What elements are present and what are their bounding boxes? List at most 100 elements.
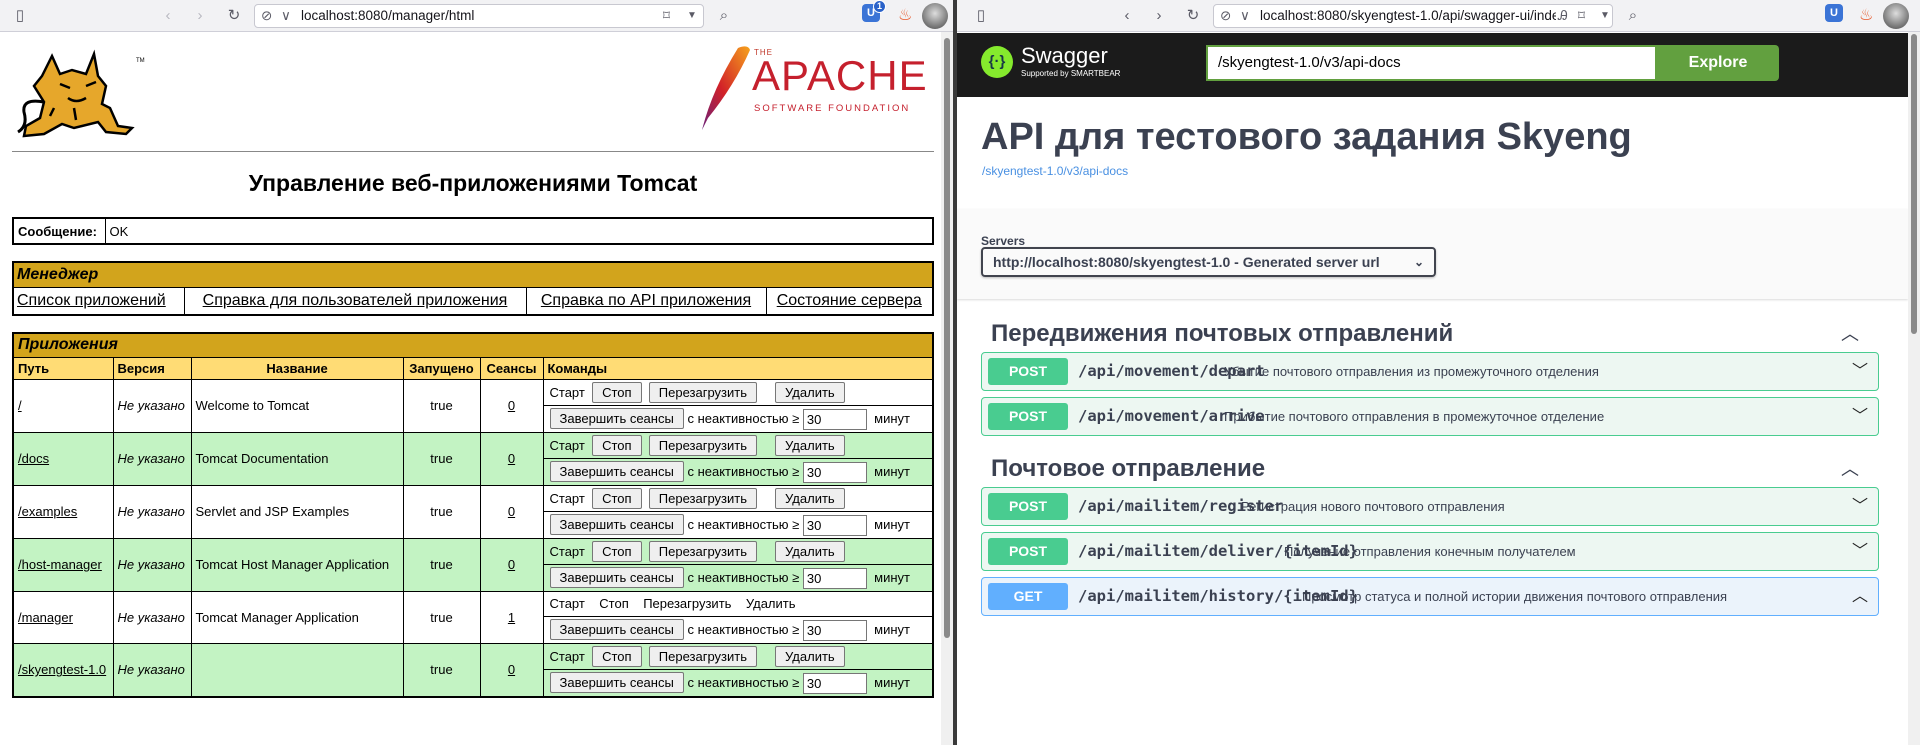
link-server-status[interactable]: Состояние сервера <box>765 287 934 316</box>
col-commands: Команды <box>542 356 934 380</box>
idle-minutes-input[interactable]: 30 <box>802 461 867 483</box>
expire-sessions-button[interactable]: Завершить сеансы <box>549 460 684 482</box>
idle-minutes-input[interactable]: 30 <box>802 514 867 536</box>
col-path: Путь <box>12 356 114 380</box>
address-bar[interactable]: ⊘ ∨ localhost:8080/skyengtest-1.0/api/sw… <box>1213 4 1613 28</box>
link-user-help[interactable]: Справка для пользователей приложения <box>183 287 527 316</box>
sidebar-toggle-icon[interactable]: ▯ <box>10 6 30 26</box>
undeploy-button[interactable]: Удалить <box>775 381 845 403</box>
start-text: Старт <box>549 490 585 506</box>
reload-button[interactable]: Перезагрузить <box>648 487 757 509</box>
app-path-link[interactable]: /host-manager <box>12 537 114 592</box>
app-sessions-link[interactable]: 0 <box>479 484 544 539</box>
chevron-down-icon[interactable]: ﹀ <box>1852 533 1868 570</box>
operation-row[interactable]: POST /api/movement/depart Убытие почтово… <box>981 352 1879 391</box>
expire-cell: Завершить сеансы с неактивностью ≥ 30 ми… <box>542 510 934 539</box>
link-app-list[interactable]: Список приложений <box>12 287 185 316</box>
reload-icon[interactable]: ↻ <box>1183 6 1203 26</box>
app-path-link[interactable]: /skyengtest-1.0 <box>12 642 114 698</box>
password-manager-icon[interactable]: U1 <box>862 0 886 22</box>
explore-button[interactable]: Explore <box>1657 45 1779 81</box>
spec-url-input[interactable]: /skyengtest-1.0/v3/api-docs <box>1206 45 1657 81</box>
bookmark-icon[interactable]: ⌑ <box>663 5 670 27</box>
dropdown-v-icon[interactable]: ∨ <box>281 5 291 27</box>
server-select[interactable]: http://localhost:8080/skyengtest-1.0 - G… <box>981 247 1436 277</box>
chevron-up-icon[interactable]: ︿ <box>1852 578 1868 615</box>
operation-row[interactable]: GET /api/mailitem/history/{itemId} Просм… <box>981 577 1879 616</box>
left-scrollbar[interactable] <box>941 32 953 745</box>
servers-section: Servers http://localhost:8080/skyengtest… <box>957 209 1908 299</box>
back-icon[interactable]: ‹ <box>158 6 178 26</box>
address-bar[interactable]: ⊘ ∨ localhost:8080/manager/html ⌑ ▼ <box>254 4 704 28</box>
forward-icon[interactable]: › <box>190 6 210 26</box>
app-sessions-link[interactable]: 0 <box>479 642 544 698</box>
reload-button[interactable]: Перезагрузить <box>648 540 757 562</box>
expire-sessions-button[interactable]: Завершить сеансы <box>549 618 684 640</box>
app-sessions-link[interactable]: 1 <box>479 590 544 644</box>
idle-minutes-input[interactable]: 30 <box>802 672 867 694</box>
swagger-browser-window: ▯ ‹ › ↻ ⊘ ∨ localhost:8080/skyengtest-1.… <box>957 0 1920 745</box>
start-text: Старт <box>549 384 585 400</box>
search-icon[interactable]: ⌕ <box>1623 6 1643 26</box>
stop-button[interactable]: Стоп <box>592 381 642 403</box>
idle-minutes-input[interactable]: 30 <box>802 408 867 430</box>
dropdown-v-icon[interactable]: ∨ <box>1240 5 1250 27</box>
undeploy-button[interactable]: Удалить <box>775 540 845 562</box>
search-icon[interactable]: ⌕ <box>714 6 734 26</box>
app-name: Tomcat Documentation <box>190 431 404 486</box>
expire-sessions-button[interactable]: Завершить сеансы <box>549 671 684 693</box>
app-sessions-link[interactable]: 0 <box>479 431 544 486</box>
undeploy-button[interactable]: Удалить <box>775 487 845 509</box>
spec-link[interactable]: /skyengtest-1.0/v3/api-docs <box>982 164 1128 178</box>
app-path-link[interactable]: /manager <box>12 590 114 644</box>
app-path-link[interactable]: /examples <box>12 484 114 539</box>
shield-icon: ⊘ <box>1220 8 1232 23</box>
password-manager-icon[interactable]: U <box>1825 4 1843 22</box>
undeploy-button[interactable]: Удалить <box>775 645 845 667</box>
app-sessions-link[interactable]: 0 <box>479 537 544 592</box>
chevron-down-icon[interactable]: ﹀ <box>1852 398 1868 435</box>
app-path-link[interactable]: /docs <box>12 431 114 486</box>
reload-button[interactable]: Перезагрузить <box>648 434 757 456</box>
idle-minutes-input[interactable]: 30 <box>802 619 867 641</box>
extension-fire-icon[interactable]: ♨ <box>898 6 914 26</box>
operation-row[interactable]: POST /api/mailitem/register Регистрация … <box>981 487 1879 526</box>
link-api-help[interactable]: Справка по API приложения <box>525 287 767 316</box>
chevron-up-icon[interactable]: ︿ <box>1841 445 1859 493</box>
api-title: API для тестового задания Skyeng <box>981 116 1632 158</box>
stop-button[interactable]: Стоп <box>592 487 642 509</box>
expire-sessions-button[interactable]: Завершить сеансы <box>549 566 684 588</box>
sidebar-toggle-icon[interactable]: ▯ <box>971 6 991 26</box>
expire-sessions-button[interactable]: Завершить сеансы <box>549 407 684 429</box>
chevron-down-icon[interactable]: ﹀ <box>1852 488 1868 525</box>
reload-button[interactable]: Перезагрузить <box>648 645 757 667</box>
undeploy-button[interactable]: Удалить <box>775 434 845 456</box>
chevron-up-icon[interactable]: ︿ <box>1841 310 1859 358</box>
col-version: Версия <box>112 356 192 380</box>
avatar[interactable] <box>922 3 948 29</box>
app-path-link[interactable]: / <box>12 378 114 433</box>
operation-row[interactable]: POST /api/movement/arrive Прибытие почто… <box>981 397 1879 436</box>
chevron-down-icon[interactable]: ﹀ <box>1852 353 1868 390</box>
stop-button[interactable]: Стоп <box>592 645 642 667</box>
avatar[interactable] <box>1883 3 1909 29</box>
stop-button[interactable]: Стоп <box>592 434 642 456</box>
stop-button[interactable]: Стоп <box>592 540 642 562</box>
app-sessions-link[interactable]: 0 <box>479 378 544 433</box>
idle-minutes-input[interactable]: 30 <box>802 567 867 589</box>
extension-fire-icon[interactable]: ♨ <box>1859 6 1875 26</box>
reload-icon[interactable]: ↻ <box>224 6 244 26</box>
chevron-down-icon[interactable]: ▼ <box>1600 5 1610 27</box>
table-row: /manager Не указано Tomcat Manager Appli… <box>12 590 934 644</box>
chevron-down-icon[interactable]: ▼ <box>687 5 697 27</box>
bookmark-icon[interactable]: ⌑ <box>1578 5 1585 27</box>
translate-icon[interactable]: Ꭿ <box>1558 5 1568 27</box>
operation-row[interactable]: POST /api/mailitem/deliver/{itemId} Полу… <box>981 532 1879 571</box>
right-scrollbar[interactable] <box>1908 32 1920 745</box>
forward-icon[interactable]: › <box>1149 6 1169 26</box>
app-commands: Старт Стоп Перезагрузить Удалить <box>542 642 934 670</box>
reload-button[interactable]: Перезагрузить <box>648 381 757 403</box>
expire-sessions-button[interactable]: Завершить сеансы <box>549 513 684 535</box>
method-badge: POST <box>988 538 1068 565</box>
back-icon[interactable]: ‹ <box>1117 6 1137 26</box>
